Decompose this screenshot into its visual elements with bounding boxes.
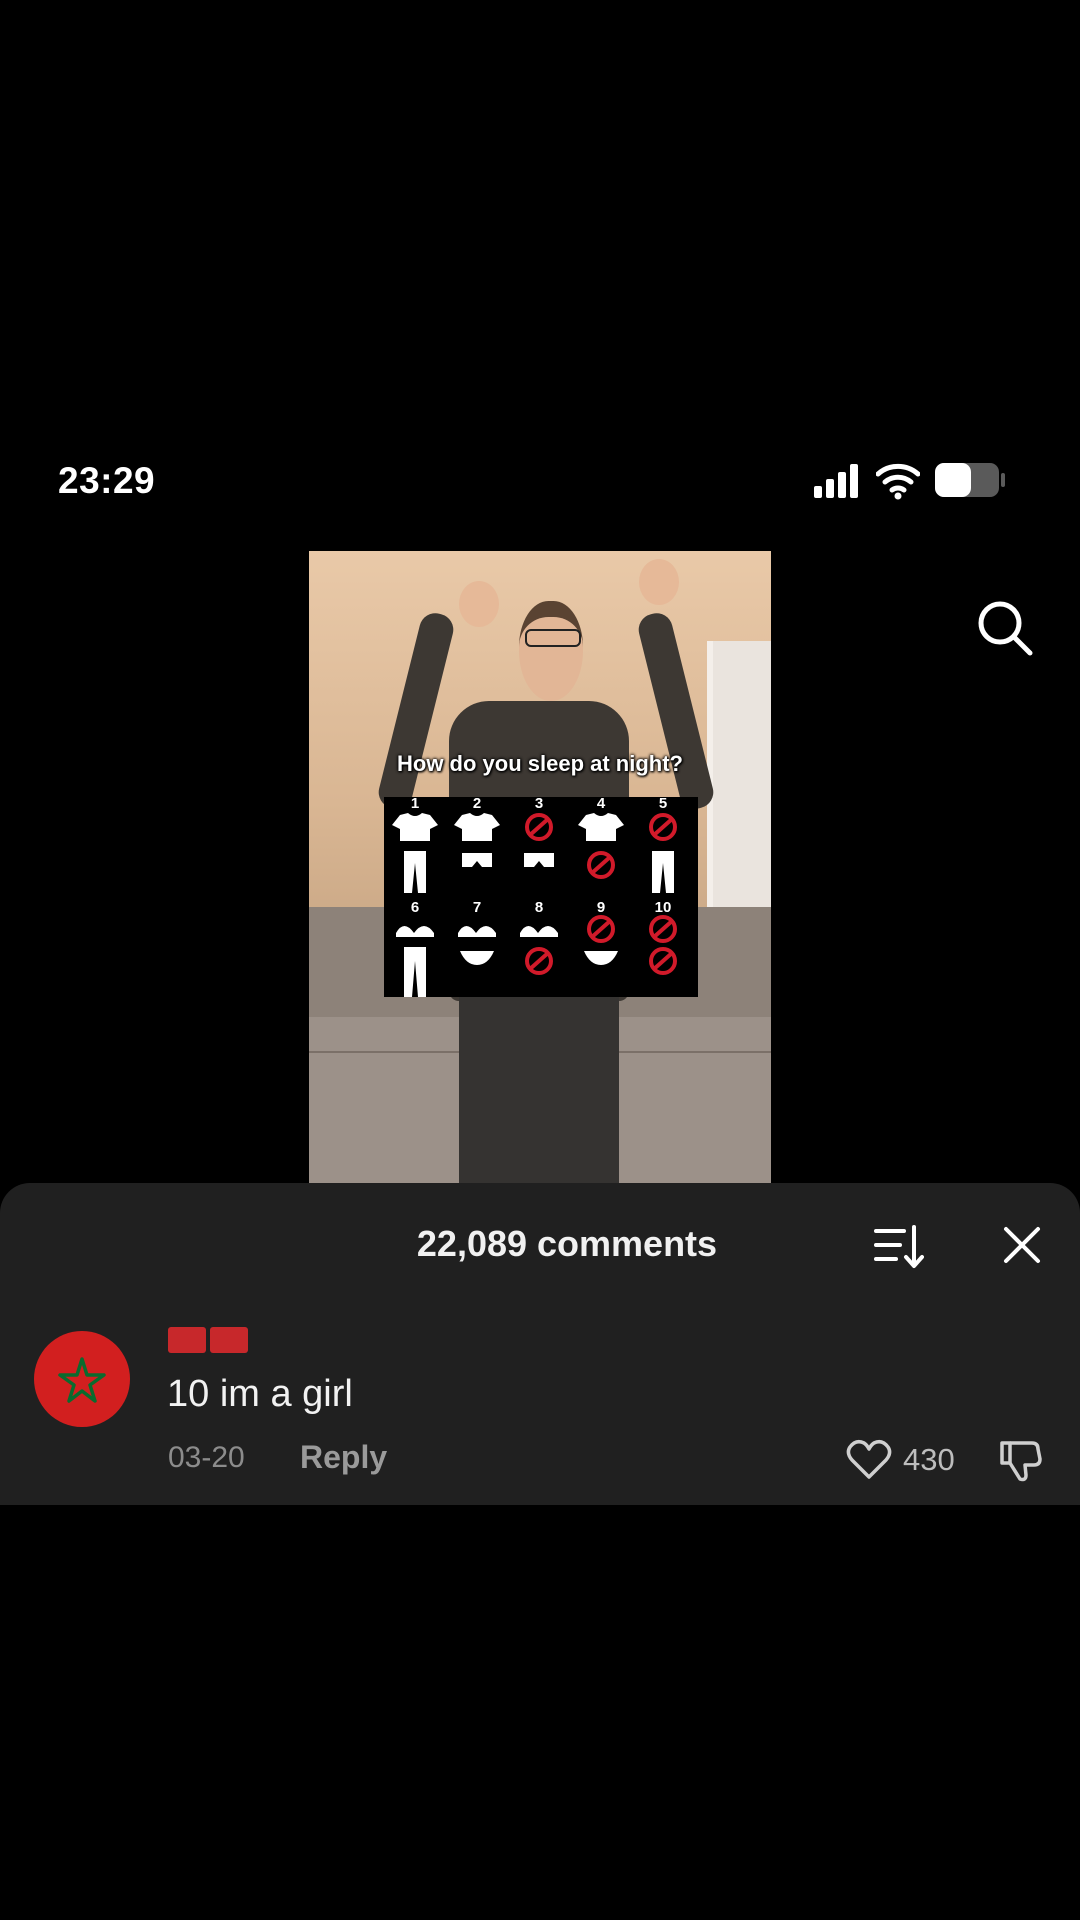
option-cell: 2 xyxy=(446,795,508,897)
morocco-flag-icon xyxy=(58,1357,106,1403)
tshirt-and-pants-icon xyxy=(392,813,438,893)
comment-text: 10 im a girl xyxy=(167,1373,353,1415)
bra-and-pants-icon xyxy=(396,926,434,997)
cellular-signal-icon xyxy=(814,464,858,498)
nothing-icon xyxy=(649,915,677,975)
video-player[interactable]: How do you sleep at night? 1 2 3 4 5 6 7… xyxy=(309,551,771,1183)
option-cell: 10 xyxy=(632,899,694,1001)
comment-date: 03-20 xyxy=(168,1441,245,1474)
option-number: 8 xyxy=(534,899,544,916)
heart-icon[interactable] xyxy=(846,1439,892,1481)
option-cell: 4 xyxy=(570,795,632,897)
person-left-hand xyxy=(459,581,499,627)
option-number: 2 xyxy=(472,795,482,812)
search-icon[interactable] xyxy=(975,598,1035,658)
thumbs-down-icon[interactable] xyxy=(998,1437,1044,1483)
sleepwear-options-grid: 1 2 3 4 5 6 7 8 9 10 xyxy=(384,795,698,997)
option-number: 5 xyxy=(658,795,668,812)
battery-icon xyxy=(935,463,1005,497)
option-cell: 6 xyxy=(384,899,446,1001)
reply-button[interactable]: Reply xyxy=(300,1439,387,1476)
person-right-hand xyxy=(639,559,679,605)
tshirt-and-underwear-icon xyxy=(454,813,500,867)
option-cell: 7 xyxy=(446,899,508,1001)
option-number: 3 xyxy=(534,795,544,812)
option-number: 6 xyxy=(410,899,420,916)
option-number: 1 xyxy=(410,795,420,812)
option-number: 9 xyxy=(596,899,606,916)
status-time: 23:29 xyxy=(58,460,156,501)
option-cell: 3 xyxy=(508,795,570,897)
flag-emoji xyxy=(210,1327,248,1353)
person-glasses xyxy=(525,629,581,647)
tshirt-and-no-bottom-icon xyxy=(578,813,624,879)
bra-and-no-bottom-icon xyxy=(520,926,558,975)
close-icon[interactable] xyxy=(1000,1223,1044,1267)
option-cell: 8 xyxy=(508,899,570,1001)
sort-icon[interactable] xyxy=(874,1223,924,1269)
option-number: 7 xyxy=(472,899,482,916)
no-top-and-underwear-icon xyxy=(524,813,554,867)
bra-and-underwear-icon xyxy=(458,926,496,965)
comments-sheet: 22,089 comments 10 im a girl 03-20 Reply… xyxy=(0,1183,1080,1505)
video-caption: How do you sleep at night? xyxy=(397,751,683,776)
option-number: 4 xyxy=(596,795,606,812)
option-cell: 9 xyxy=(570,899,632,1001)
option-cell: 1 xyxy=(384,795,446,897)
no-top-and-underwear-icon xyxy=(584,915,618,965)
username-flags[interactable] xyxy=(168,1327,252,1355)
no-top-and-pants-icon xyxy=(649,813,677,893)
flag-emoji xyxy=(168,1327,206,1353)
status-bar: 23:29 xyxy=(0,440,1080,520)
option-number: 10 xyxy=(654,899,672,916)
wifi-icon xyxy=(876,463,920,500)
option-cell: 5 xyxy=(632,795,694,897)
avatar[interactable] xyxy=(34,1331,130,1427)
person-head xyxy=(519,601,583,701)
like-count: 430 xyxy=(903,1442,955,1477)
